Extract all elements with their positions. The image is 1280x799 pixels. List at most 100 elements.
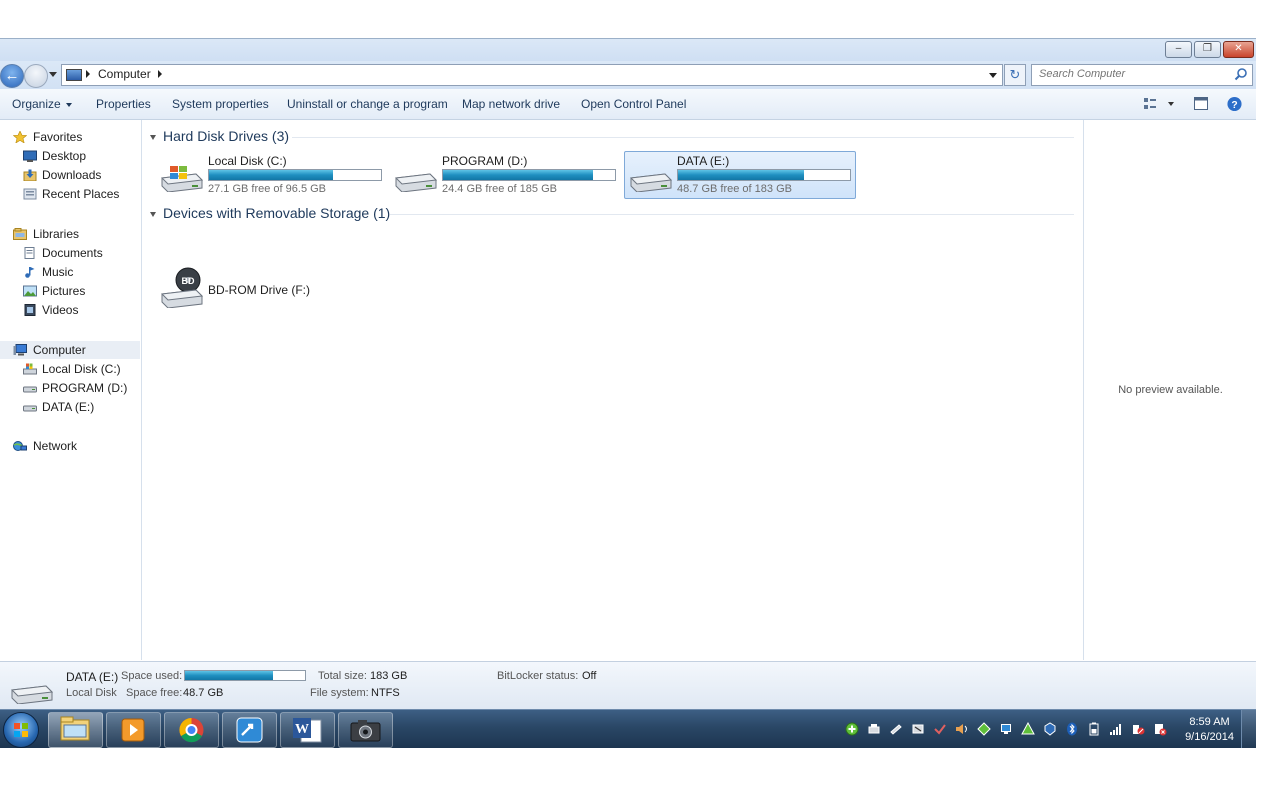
svg-text:W: W bbox=[295, 722, 309, 737]
breadcrumb-computer[interactable]: Computer bbox=[98, 67, 151, 81]
svg-text:?: ? bbox=[1231, 100, 1237, 111]
safely-remove-icon[interactable] bbox=[911, 722, 925, 736]
hard-drive-icon bbox=[394, 173, 438, 192]
map-network-drive-button[interactable]: Map network drive bbox=[462, 97, 560, 111]
nav-videos[interactable]: Videos bbox=[0, 301, 140, 319]
forward-button[interactable] bbox=[24, 64, 48, 88]
drive-free-space: 27.1 GB free of 96.5 GB bbox=[208, 183, 327, 195]
address-bar[interactable]: Computer bbox=[61, 64, 1003, 86]
nav-program-d-label: PROGRAM (D:) bbox=[42, 381, 128, 395]
recent-pages-dropdown[interactable] bbox=[49, 72, 57, 77]
downloads-icon bbox=[23, 169, 37, 181]
hard-drive-icon bbox=[23, 405, 37, 412]
taskbar-chrome-button[interactable] bbox=[164, 712, 219, 748]
search-icon[interactable] bbox=[1234, 67, 1248, 81]
minimize-button[interactable]: – bbox=[1165, 41, 1192, 58]
usb-device-icon[interactable] bbox=[889, 722, 903, 736]
nav-computer[interactable]: Computer bbox=[0, 341, 140, 359]
nav-desktop[interactable]: Desktop bbox=[0, 147, 140, 165]
organize-menu[interactable]: Organize bbox=[12, 97, 72, 111]
refresh-button[interactable]: ↻ bbox=[1004, 64, 1026, 86]
start-button[interactable] bbox=[3, 712, 39, 748]
drive-tile-data-e[interactable]: DATA (E:) 48.7 GB free of 183 GB bbox=[624, 151, 856, 199]
nav-documents[interactable]: Documents bbox=[0, 244, 140, 262]
nav-videos-label: Videos bbox=[42, 303, 79, 317]
address-row: ← Computer ↻ bbox=[0, 61, 1256, 89]
details-bitlocker-value: Off bbox=[582, 670, 597, 682]
folder-icon bbox=[60, 716, 90, 741]
details-drive-type: Local Disk bbox=[66, 687, 117, 699]
sync-icon[interactable] bbox=[977, 722, 991, 736]
nav-music[interactable]: Music bbox=[0, 263, 140, 281]
help-icon[interactable]: ? bbox=[1226, 96, 1243, 112]
taskbar-media-player-button[interactable] bbox=[106, 712, 161, 748]
search-input[interactable] bbox=[1032, 65, 1229, 83]
drive-name: BD-ROM Drive (F:) bbox=[208, 283, 310, 297]
taskbar-explorer-button[interactable] bbox=[48, 712, 103, 748]
system-properties-button[interactable]: System properties bbox=[172, 97, 269, 111]
group-title: Devices with Removable Storage (1) bbox=[163, 205, 391, 221]
drive-usage-bar bbox=[677, 169, 851, 181]
battery-icon[interactable] bbox=[1087, 722, 1101, 736]
printer-icon[interactable] bbox=[867, 722, 881, 736]
details-total-size-label: Total size: bbox=[318, 670, 367, 682]
nav-data-e[interactable]: DATA (E:) bbox=[0, 398, 140, 416]
drive-usage-fill bbox=[443, 170, 593, 180]
action-center-alert-icon[interactable] bbox=[1153, 722, 1167, 736]
nav-pictures-label: Pictures bbox=[42, 284, 86, 298]
network-status-icon[interactable] bbox=[999, 722, 1013, 736]
drive-usage-fill bbox=[209, 170, 333, 180]
wifi-check-icon[interactable] bbox=[933, 722, 947, 736]
drive-usage-bar bbox=[208, 169, 382, 181]
nav-favorites[interactable]: Favorites bbox=[0, 128, 140, 146]
details-space-used-label: Space used: bbox=[121, 670, 183, 682]
details-total-size-value: 183 GB bbox=[370, 670, 408, 682]
show-desktop-button[interactable] bbox=[1241, 710, 1256, 748]
back-button[interactable]: ← bbox=[0, 64, 24, 88]
drive-tile-program-d[interactable]: PROGRAM (D:) 24.4 GB free of 185 GB bbox=[390, 152, 620, 198]
windows-drive-icon bbox=[160, 166, 204, 192]
drive-alert-icon[interactable] bbox=[1021, 722, 1035, 736]
nav-local-disk-c[interactable]: Local Disk (C:) bbox=[0, 360, 140, 378]
uninstall-program-button[interactable]: Uninstall or change a program bbox=[287, 97, 448, 111]
security-icon[interactable] bbox=[1043, 722, 1057, 736]
power-blocked-icon[interactable] bbox=[1131, 722, 1145, 736]
taskbar-camera-button[interactable] bbox=[338, 712, 393, 748]
nav-downloads-label: Downloads bbox=[42, 168, 102, 182]
nav-pictures[interactable]: Pictures bbox=[0, 282, 140, 300]
taskbar-remote-app-button[interactable] bbox=[222, 712, 277, 748]
taskbar-word-button[interactable]: W bbox=[280, 712, 335, 748]
nav-network-label: Network bbox=[33, 439, 78, 453]
group-header-removable-storage[interactable]: Devices with Removable Storage (1) bbox=[150, 205, 390, 221]
computer-icon bbox=[13, 344, 27, 356]
remote-app-icon bbox=[236, 717, 263, 743]
open-control-panel-button[interactable]: Open Control Panel bbox=[581, 97, 686, 111]
nav-documents-label: Documents bbox=[42, 246, 103, 260]
breadcrumb-separator-icon[interactable] bbox=[158, 70, 162, 78]
nav-network[interactable]: Network bbox=[0, 437, 140, 455]
drive-tile-bd-rom-f[interactable]: BD BD-ROM Drive (F:) bbox=[156, 266, 336, 312]
properties-button[interactable]: Properties bbox=[96, 97, 151, 111]
close-button[interactable]: ✕ bbox=[1223, 41, 1254, 58]
collapse-icon bbox=[150, 211, 156, 217]
change-view-icon[interactable] bbox=[1143, 96, 1177, 112]
add-icon[interactable] bbox=[845, 722, 859, 736]
drive-tile-local-disk-c[interactable]: Local Disk (C:) 27.1 GB free of 96.5 GB bbox=[156, 152, 386, 198]
nav-libraries[interactable]: Libraries bbox=[0, 225, 140, 243]
chrome-icon bbox=[179, 717, 204, 743]
address-dropdown-icon[interactable] bbox=[989, 73, 997, 78]
breadcrumb-separator-icon[interactable] bbox=[86, 70, 90, 78]
volume-icon[interactable] bbox=[955, 722, 969, 736]
nav-downloads[interactable]: Downloads bbox=[0, 166, 140, 184]
nav-recent-places[interactable]: Recent Places bbox=[0, 185, 140, 203]
title-bar: – ❐ ✕ bbox=[0, 39, 1256, 61]
signal-icon[interactable] bbox=[1109, 722, 1123, 736]
details-space-free-value: 48.7 GB bbox=[183, 687, 224, 699]
search-box[interactable] bbox=[1031, 64, 1253, 86]
nav-program-d[interactable]: PROGRAM (D:) bbox=[0, 379, 140, 397]
group-header-hard-disk-drives[interactable]: Hard Disk Drives (3) bbox=[150, 128, 289, 144]
preview-pane-icon[interactable] bbox=[1193, 96, 1209, 112]
system-clock[interactable]: 8:59 AM 9/16/2014 bbox=[1185, 715, 1234, 745]
bluetooth-icon[interactable] bbox=[1065, 722, 1079, 736]
restore-button[interactable]: ❐ bbox=[1194, 41, 1221, 58]
